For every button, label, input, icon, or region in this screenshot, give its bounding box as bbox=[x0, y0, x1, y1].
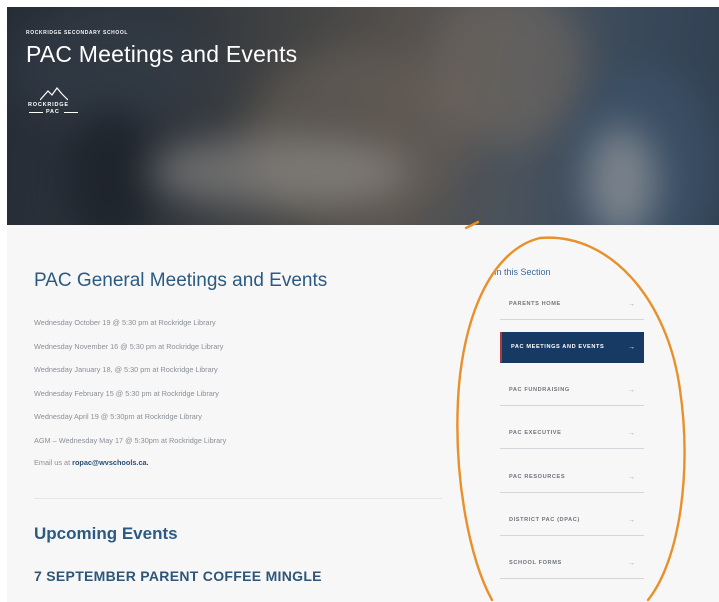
email-prefix: Email us at bbox=[34, 458, 71, 467]
logo-wordmark: ROCKRIDGE bbox=[28, 102, 69, 108]
meeting-item: Wednesday April 19 @ 5:30pm at Rockridge… bbox=[34, 412, 202, 421]
arrow-right-icon: → bbox=[628, 559, 635, 567]
upcoming-events-heading: Upcoming Events bbox=[34, 524, 178, 543]
nav-item-parents-home[interactable]: PARENTS HOME → bbox=[500, 289, 644, 320]
arrow-right-icon: → bbox=[628, 473, 635, 481]
arrow-right-icon: → bbox=[628, 343, 635, 351]
meeting-item: Wednesday November 16 @ 5:30 pm at Rockr… bbox=[34, 341, 224, 351]
arrow-right-icon: → bbox=[628, 516, 635, 524]
nav-item-pac-fundraising[interactable]: PAC FUNDRAISING → bbox=[500, 375, 644, 406]
nav-item-pac-executive[interactable]: PAC EXECUTIVE → bbox=[500, 418, 644, 449]
hero-banner bbox=[7, 7, 719, 225]
nav-item-label: PAC RESOURCES bbox=[509, 474, 566, 480]
event-title[interactable]: 7 SEPTEMBER PARENT COFFEE MINGLE bbox=[34, 568, 322, 584]
page-title: PAC Meetings and Events bbox=[26, 41, 298, 67]
email-link[interactable]: ropac@wvschools.ca. bbox=[72, 458, 148, 467]
sidebar-heading: In this Section bbox=[494, 267, 551, 277]
meetings-heading: PAC General Meetings and Events bbox=[34, 270, 328, 291]
meeting-item: Wednesday January 18, @ 5:30 pm at Rockr… bbox=[34, 365, 218, 374]
school-name: ROCKRIDGE SECONDARY SCHOOL bbox=[26, 30, 128, 36]
nav-item-label: DISTRICT PAC (DPAC) bbox=[509, 517, 580, 523]
nav-item-pac-meetings[interactable]: PAC MEETINGS AND EVENTS → bbox=[500, 332, 644, 363]
meeting-item: AGM – Wednesday May 17 @ 5:30pm at Rockr… bbox=[34, 435, 227, 445]
logo-pac: PAC bbox=[46, 109, 60, 115]
mountain-icon bbox=[40, 87, 68, 101]
meeting-item: Wednesday October 19 @ 5:30 pm at Rockri… bbox=[34, 318, 216, 327]
nav-item-label: PAC FUNDRAISING bbox=[509, 387, 570, 393]
nav-item-school-forms[interactable]: SCHOOL FORMS → bbox=[500, 548, 644, 579]
nav-item-label: PAC MEETINGS AND EVENTS bbox=[511, 344, 605, 350]
arrow-right-icon: → bbox=[628, 300, 635, 308]
nav-item-pac-resources[interactable]: PAC RESOURCES → bbox=[500, 462, 644, 493]
arrow-right-icon: → bbox=[628, 386, 635, 394]
nav-item-label: SCHOOL FORMS bbox=[509, 560, 562, 566]
email-line: Email us at ropac@wvschools.ca. bbox=[34, 458, 149, 467]
meeting-list: Wednesday October 19 @ 5:30 pm at Rockri… bbox=[34, 316, 226, 457]
nav-item-district-pac[interactable]: DISTRICT PAC (DPAC) → bbox=[500, 505, 644, 536]
nav-item-label: PAC EXECUTIVE bbox=[509, 430, 562, 436]
meeting-item: Wednesday February 15 @ 5:30 pm at Rockr… bbox=[34, 388, 219, 398]
nav-item-label: PARENTS HOME bbox=[509, 301, 561, 307]
pac-logo[interactable]: ROCKRIDGE PAC bbox=[26, 87, 82, 121]
arrow-right-icon: → bbox=[628, 429, 635, 437]
divider bbox=[34, 498, 442, 499]
